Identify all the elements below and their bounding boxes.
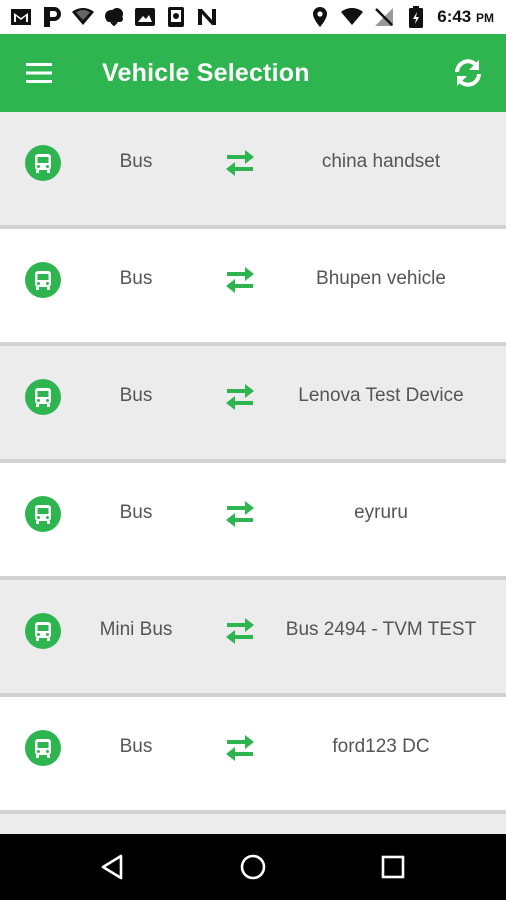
vehicle-type: Bus [119,502,153,523]
vehicle-type: Bus [119,736,153,757]
vehicle-list: Bus china handset Bus Bhupen vehicle Bus… [0,112,506,834]
page-title: Vehicle Selection [102,59,310,87]
vehicle-row[interactable]: Bus china handset [0,112,506,229]
image-icon [134,6,156,28]
vehicle-type: Bus [119,151,153,172]
bus-icon [25,145,61,181]
app-bar: Vehicle Selection [0,34,506,112]
vehicle-type: Bus [119,385,153,406]
recents-icon[interactable] [376,850,410,884]
vehicle-row[interactable]: Bus Bhupen vehicle [0,229,506,346]
vehicle-name: ford123 DC [332,736,430,757]
no-signal-icon [373,6,395,28]
vehicle-row[interactable]: Bus eyruru [0,463,506,580]
parking-icon [41,6,63,28]
vehicle-row[interactable]: Bus Lenova Test Device [0,346,506,463]
swap-arrows-icon [225,735,255,761]
vehicle-name: Bhupen vehicle [316,268,446,289]
location-icon [309,6,331,28]
home-icon[interactable] [236,850,270,884]
gmail-icon [10,6,32,28]
vehicle-row[interactable]: Bus ford123 DC [0,697,506,814]
vehicle-type: Mini Bus [99,619,173,640]
swap-arrows-icon [225,618,255,644]
swap-arrows-icon [225,150,255,176]
vehicle-name: china handset [321,151,441,172]
status-time: 6:43 PM [437,7,494,26]
battery-icon [405,6,427,28]
vehicle-row[interactable]: Mini Bus Bus 2494 - TVM TEST [0,580,506,697]
bus-icon [25,379,61,415]
swap-arrows-icon [225,267,255,293]
bus-icon [25,613,61,649]
n-icon [196,6,218,28]
vehicle-name: eyruru [354,502,408,523]
bus-icon [25,730,61,766]
navigation-bar [0,834,506,900]
wifi-icon [72,6,94,28]
bus-icon [25,262,61,298]
phone-icon [165,6,187,28]
vehicle-type: Bus [119,268,153,289]
swap-arrows-icon [225,384,255,410]
vehicle-name: Lenova Test Device [298,385,464,406]
cloud-icon [103,6,125,28]
wifi-signal-icon [341,6,364,28]
vehicle-row-partial[interactable] [0,814,506,834]
refresh-icon[interactable] [450,55,486,91]
vehicle-name: Bus 2494 - TVM TEST [285,619,477,640]
status-right-icons: 6:43 PM [309,6,494,28]
bus-icon [25,496,61,532]
status-left-icons [10,6,218,28]
status-bar: 6:43 PM [0,0,506,34]
hamburger-menu-icon[interactable] [22,56,56,90]
back-icon[interactable] [96,850,130,884]
swap-arrows-icon [225,501,255,527]
